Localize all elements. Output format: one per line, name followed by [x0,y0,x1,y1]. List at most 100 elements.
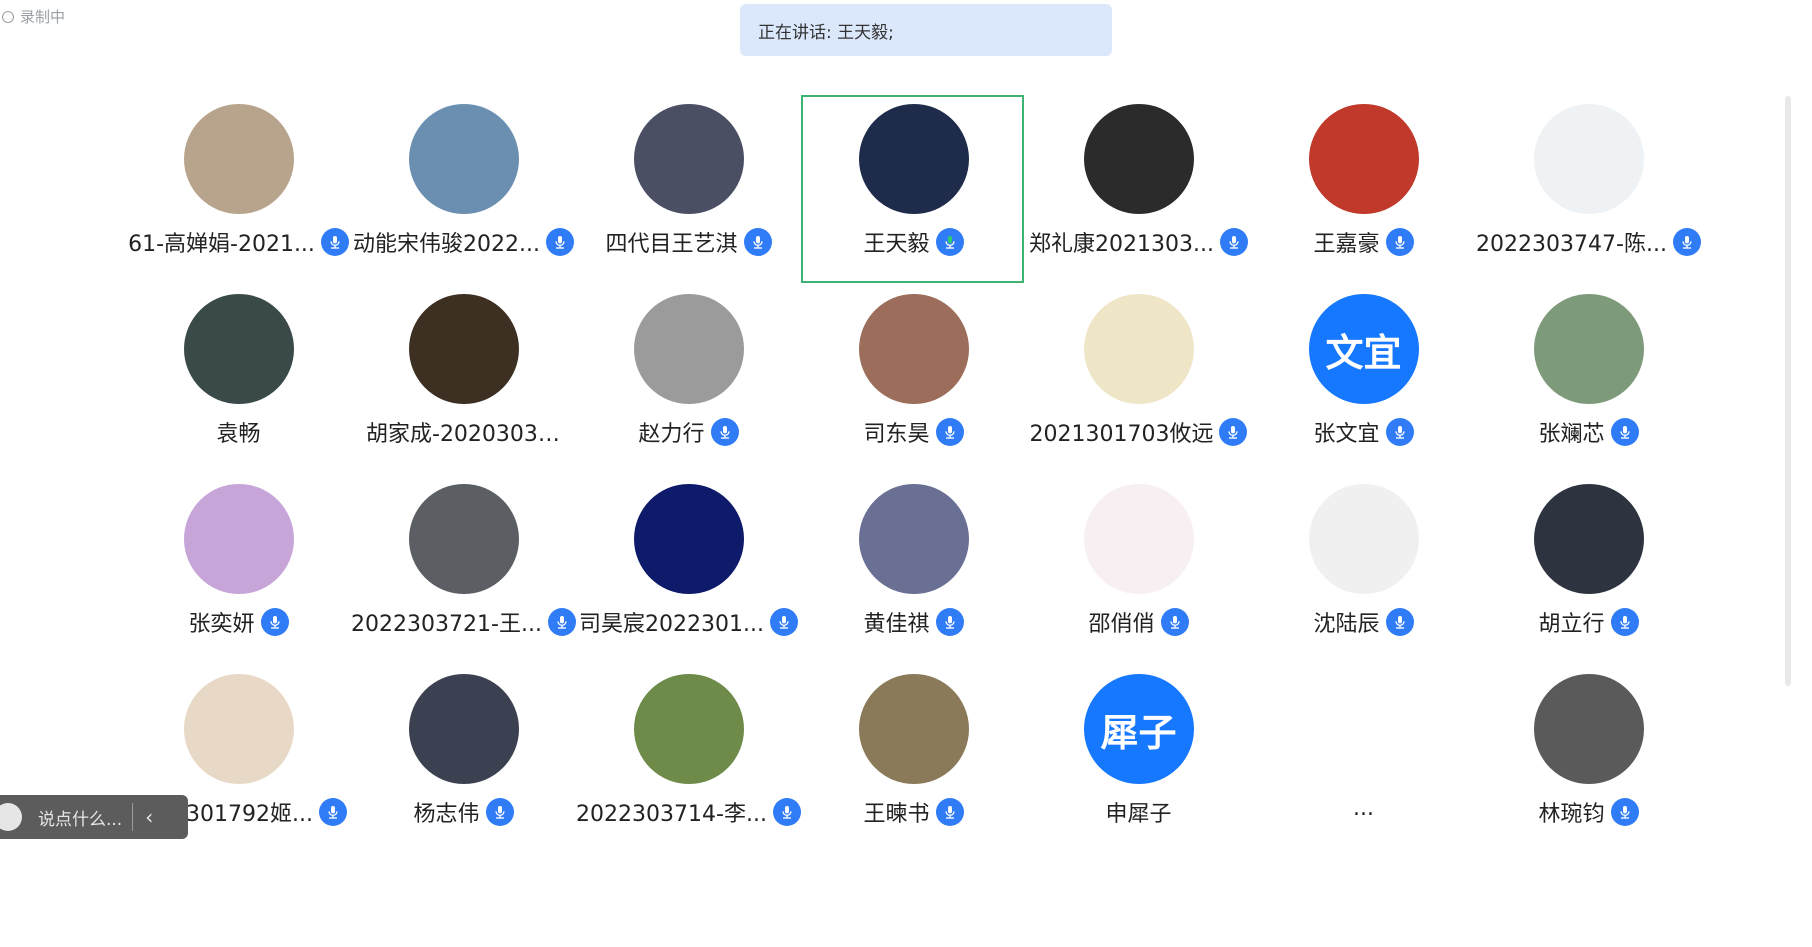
participant-name-row: 张奕妍 [188,606,289,638]
avatar [408,484,519,594]
avatar: 文宜 [1308,294,1419,404]
avatar [1533,104,1644,214]
participant-tile[interactable]: 黄佳祺 [801,476,1026,666]
microphone-icon[interactable] [547,608,576,636]
participant-name: 司昊宸2022301... [579,612,764,637]
microphone-icon[interactable] [1219,418,1248,446]
participant-name-row: ... [1353,796,1374,821]
microphone-icon[interactable] [710,418,739,446]
microphone-icon[interactable] [743,228,772,256]
participant-name: 沈陆辰 [1313,612,1380,637]
avatar [408,104,519,214]
participant-name: 林琬钧 [1538,802,1605,827]
avatar [408,674,519,784]
avatar [633,484,744,594]
avatar [858,484,969,594]
microphone-icon[interactable] [1219,228,1248,256]
participant-name: 61-高婵娟-2021... [128,232,315,257]
avatar [633,294,744,404]
avatar [858,104,969,214]
participant-tile[interactable]: 2021301703攸远 [1026,286,1251,476]
microphone-icon[interactable] [1160,608,1189,636]
microphone-icon[interactable] [1385,418,1414,446]
microphone-icon[interactable] [1610,798,1639,826]
participant-name: 2022303747-陈... [1476,232,1667,257]
avatar [183,104,294,214]
participant-tile[interactable]: 四代目王艺淇 [576,96,801,286]
participant-name: 赵力行 [638,422,705,447]
participant-grid: 61-高婵娟-2021... 动能宋伟骏2022... 四代目王艺淇 王天毅 郑礼康20… [126,95,1706,856]
participant-name: 王暕书 [863,802,930,827]
participant-tile[interactable]: 2022303747-陈... [1476,96,1701,286]
microphone-icon[interactable] [320,228,349,256]
participant-tile[interactable]: 赵力行 [576,286,801,476]
participant-tile[interactable]: 王嘉豪 [1251,96,1476,286]
participant-tile[interactable]: 王天毅 [801,95,1026,286]
participant-tile[interactable]: 动能宋伟骏2022... [351,96,576,286]
avatar [1308,104,1419,214]
microphone-icon[interactable] [545,228,574,256]
participant-tile[interactable]: 胡家成-2020303621 [351,286,576,476]
participant-tile[interactable]: 司昊宸2022301... [576,476,801,666]
participant-tile[interactable]: 61-高婵娟-2021... [126,96,351,286]
participant-tile[interactable]: 张奕妍 [126,476,351,666]
microphone-icon[interactable] [1610,608,1639,636]
participant-name: ... [1353,796,1374,821]
microphone-icon[interactable] [1672,228,1701,256]
participant-name: 动能宋伟骏2022... [353,232,540,257]
participant-tile[interactable]: 林琬钧 [1476,666,1701,856]
microphone-icon[interactable] [485,798,514,826]
participant-name-row: 沈陆辰 [1313,606,1414,638]
chat-input-bar[interactable]: 说点什么... ‹ [0,795,188,839]
avatar [183,484,294,594]
participant-name-row: 郑礼康2021303... [1029,226,1248,258]
participant-tile[interactable]: 郑礼康2021303... [1026,96,1251,286]
microphone-icon[interactable] [935,228,964,256]
emoji-icon[interactable] [0,803,22,831]
microphone-icon[interactable] [1610,418,1639,446]
participant-name-row: 61-高婵娟-2021... [128,226,349,258]
participant-name-row: 张斓芯 [1538,416,1639,448]
participant-tile[interactable]: 杨志伟 [351,666,576,856]
microphone-icon[interactable] [772,798,801,826]
participant-tile[interactable]: 沈陆辰 [1251,476,1476,666]
avatar [1308,484,1419,594]
participant-tile[interactable]: 张斓芯 [1476,286,1701,476]
participant-tile[interactable]: 王暕书 [801,666,1026,856]
participant-tile[interactable]: 邵俏俏 [1026,476,1251,666]
recording-label: 录制中 [20,8,66,26]
microphone-icon[interactable] [769,608,798,636]
scrollbar[interactable] [1785,96,1791,686]
microphone-icon[interactable] [1385,228,1414,256]
participant-tile[interactable]: 2022303721-王... [351,476,576,666]
participant-name: 王嘉豪 [1313,232,1380,257]
microphone-icon[interactable] [935,798,964,826]
avatar [1533,484,1644,594]
chat-input-placeholder[interactable]: 说点什么... [38,805,122,830]
participant-tile[interactable]: 犀子 申犀子 [1026,666,1251,856]
avatar [633,674,744,784]
recording-indicator: 录制中 [2,6,65,27]
avatar: 犀子 [1083,674,1194,784]
participant-tile[interactable]: 文宜 张文宜 [1251,286,1476,476]
participant-name-row: 赵力行 [638,416,739,448]
avatar [858,674,969,784]
microphone-icon[interactable] [1385,608,1414,636]
participant-name: 胡立行 [1538,612,1605,637]
participant-tile[interactable]: 胡立行 [1476,476,1701,666]
microphone-icon[interactable] [935,608,964,636]
participant-tile[interactable]: 袁畅 [126,286,351,476]
microphone-icon[interactable] [318,798,347,826]
chevron-left-icon[interactable]: ‹ [145,805,153,829]
participant-name-row: 邵俏俏 [1088,606,1189,638]
participant-name: 郑礼康2021303... [1029,232,1214,257]
participant-tile[interactable]: ... [1251,666,1476,856]
participant-name: 张斓芯 [1538,422,1605,447]
microphone-icon[interactable] [260,608,289,636]
participant-tile[interactable]: 2022303714-李... [576,666,801,856]
participant-name-row: 黄佳祺 [863,606,964,638]
participant-tile[interactable]: 司东昊 [801,286,1026,476]
participant-name-row: 林琬钧 [1538,796,1639,828]
microphone-icon[interactable] [935,418,964,446]
participant-name-row: 王天毅 [863,226,964,258]
